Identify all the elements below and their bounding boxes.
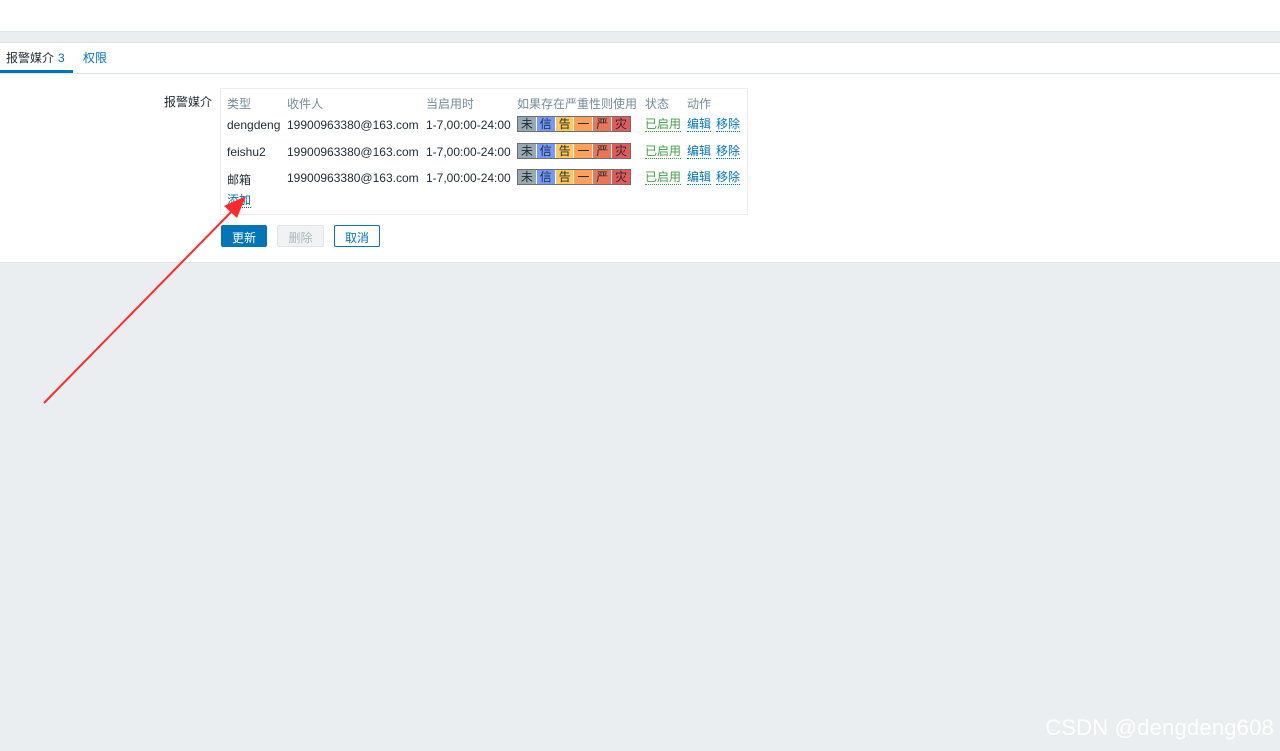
severity-disaster: 灾 [612, 117, 630, 131]
severity-indicator: 未 信 告 一 严 灾 [517, 143, 631, 159]
media-when-active: 1-7,00:00-24:00 [426, 118, 511, 132]
severity-indicator: 未 信 告 一 严 灾 [517, 116, 631, 132]
user-media-panel: 报警媒介 3 权限 报警媒介 类型 收件人 当启用时 如果存在严重性则使用 状态 … [0, 42, 1280, 263]
tab-permissions[interactable]: 权限 [83, 50, 107, 66]
edit-link[interactable]: 编辑 [687, 118, 712, 132]
media-recipient: 19900963380@163.com [287, 118, 419, 132]
severity-information: 信 [536, 170, 556, 184]
remove-link[interactable]: 移除 [716, 171, 741, 185]
severity-indicator: 未 信 告 一 严 灾 [517, 169, 631, 185]
edit-link[interactable]: 编辑 [687, 171, 712, 185]
watermark: CSDN @dengdeng608 [1045, 715, 1274, 740]
status-enabled-link[interactable]: 已启用 [645, 171, 682, 185]
media-recipient: 19900963380@163.com [287, 171, 419, 185]
severity-high: 严 [593, 117, 613, 131]
column-header-severity: 如果存在严重性则使用 [517, 97, 638, 111]
remove-link[interactable]: 移除 [716, 118, 741, 132]
media-recipient: 19900963380@163.com [287, 145, 419, 159]
column-header-when-active: 当启用时 [426, 97, 475, 111]
severity-warning: 告 [555, 117, 575, 131]
severity-not-classified: 未 [518, 170, 537, 184]
delete-button: 删除 [277, 225, 324, 247]
media-field-label: 报警媒介 [164, 95, 213, 109]
status-enabled-link[interactable]: 已启用 [645, 145, 682, 159]
update-button[interactable]: 更新 [221, 225, 267, 247]
severity-not-classified: 未 [518, 117, 537, 131]
add-media-link[interactable]: 添加 [227, 194, 252, 208]
severity-warning: 告 [555, 170, 575, 184]
cancel-button[interactable]: 取消 [334, 225, 380, 247]
severity-information: 信 [536, 117, 556, 131]
media-type: feishu2 [227, 145, 266, 159]
severity-information: 信 [536, 144, 556, 158]
edit-link[interactable]: 编辑 [687, 145, 712, 159]
media-when-active: 1-7,00:00-24:00 [426, 145, 511, 159]
severity-average: 一 [574, 170, 594, 184]
severity-disaster: 灾 [612, 170, 630, 184]
media-when-active: 1-7,00:00-24:00 [426, 171, 511, 185]
column-header-recipient: 收件人 [287, 97, 324, 111]
severity-high: 严 [593, 144, 613, 158]
tab-media-label: 报警媒介 [6, 51, 55, 65]
column-header-type: 类型 [227, 97, 252, 111]
tab-media-count: 3 [58, 51, 65, 65]
tab-media[interactable]: 报警媒介 3 [6, 50, 65, 66]
severity-average: 一 [574, 117, 594, 131]
severity-high: 严 [593, 170, 613, 184]
media-type: dengdeng [227, 118, 281, 132]
media-table: 类型 收件人 当启用时 如果存在严重性则使用 状态 动作 dengdeng 19… [220, 88, 748, 215]
column-header-action: 动作 [687, 97, 712, 111]
active-tab-indicator [0, 70, 73, 73]
media-type: 邮箱 [227, 173, 252, 187]
remove-link[interactable]: 移除 [716, 145, 741, 159]
top-bar [0, 0, 1280, 32]
severity-average: 一 [574, 144, 594, 158]
tab-bar: 报警媒介 3 权限 [0, 43, 1280, 74]
severity-disaster: 灾 [612, 144, 630, 158]
severity-not-classified: 未 [518, 144, 537, 158]
column-header-status: 状态 [645, 97, 670, 111]
status-enabled-link[interactable]: 已启用 [645, 118, 682, 132]
severity-warning: 告 [555, 144, 575, 158]
